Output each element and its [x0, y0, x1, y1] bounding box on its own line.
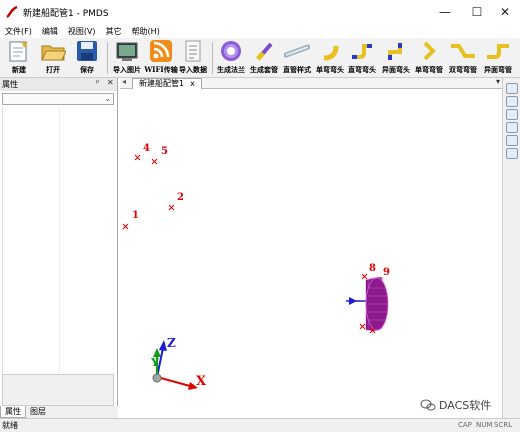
pipe-sleeve-model[interactable]: [346, 277, 389, 334]
right-dock-strip: [502, 78, 520, 418]
flange-icon: [218, 39, 244, 63]
app-logo-icon: [6, 5, 18, 18]
property-grid[interactable]: [2, 107, 114, 373]
menu-view[interactable]: 视图(V): [63, 26, 101, 37]
wechat-icon: [420, 399, 436, 411]
view-back-icon[interactable]: [506, 96, 518, 107]
skew-bend-pipe-icon: [485, 39, 511, 63]
import-image-icon: [114, 39, 140, 63]
x-axis-label: X: [196, 374, 207, 389]
import-image-button[interactable]: 导入图片: [111, 38, 143, 78]
import-data-button[interactable]: 导入数据: [177, 38, 209, 78]
save-disk-icon: [74, 39, 100, 63]
view-front-icon[interactable]: [506, 83, 518, 94]
save-button[interactable]: 保存: [72, 38, 102, 78]
maximize-button[interactable]: ☐: [462, 0, 492, 24]
menu-bar: 文件(F) 编辑 视图(V) 其它 帮助(H): [0, 24, 520, 38]
point-marker[interactable]: 1: [122, 210, 139, 230]
point-label: 9: [383, 267, 390, 278]
straight-pipe-style-button[interactable]: 直管样式: [281, 38, 313, 78]
single-bend-pipe-icon: [416, 39, 442, 63]
view-left-icon[interactable]: [506, 109, 518, 120]
skew-elbow-button[interactable]: 异面弯头: [380, 38, 412, 78]
view-iso-icon[interactable]: [506, 148, 518, 159]
view-top-icon[interactable]: [506, 135, 518, 146]
straight-elbow-button[interactable]: 直弯弯头: [346, 38, 378, 78]
straight-pipe-icon: [284, 39, 310, 63]
close-button[interactable]: ✕: [490, 0, 520, 24]
point-label: 4: [143, 143, 150, 154]
point-marker: 9: [383, 267, 390, 278]
axis-gizmo: X Z Y: [150, 336, 207, 390]
menu-help[interactable]: 帮助(H): [127, 26, 165, 37]
point-label: 5: [161, 146, 168, 157]
single-bend-pipe-button[interactable]: 单弯弯管: [413, 38, 445, 78]
scroll-indicator: SCRL: [494, 421, 513, 429]
watermark: DACS软件: [420, 397, 491, 413]
view-right-icon[interactable]: [506, 122, 518, 133]
skew-elbow-icon: [383, 39, 409, 63]
num-indicator: NUM: [476, 421, 493, 429]
menu-edit[interactable]: 编辑: [37, 26, 63, 37]
new-file-icon: [6, 39, 32, 63]
panel-close-icon[interactable]: ✕: [107, 78, 114, 87]
point-marker[interactable]: 4: [134, 143, 150, 161]
wifi-transfer-button[interactable]: WIFI传输: [144, 38, 178, 78]
panel-tabs: 属性 图层: [0, 406, 118, 418]
open-folder-icon: [40, 39, 66, 63]
window-title: 新建船配管1 - PMDS: [23, 8, 109, 19]
toolbar-separator: [212, 42, 213, 74]
generate-flange-button[interactable]: 生成法兰: [215, 38, 247, 78]
import-data-icon: [180, 39, 206, 63]
tab-document-label: 新建船配管1: [139, 79, 185, 88]
tab-layers[interactable]: 图层: [26, 406, 50, 418]
properties-panel-title: 属性: [2, 80, 18, 89]
toolbar: 新建 打开 保存 导入图片 WIFI传输 导入数据 生成法兰 生成套管 直管样式…: [0, 38, 520, 78]
new-button[interactable]: 新建: [4, 38, 34, 78]
3d-viewport[interactable]: 1 2 4 5 8 9 X Z Y: [120, 90, 502, 418]
status-text: 就绪: [2, 421, 18, 430]
minimize-button[interactable]: —: [430, 0, 460, 24]
straight-elbow-icon: [349, 39, 375, 63]
toolbar-separator: [107, 42, 108, 74]
z-axis-label: Z: [167, 336, 176, 350]
point-label: 8: [369, 263, 376, 274]
menu-file[interactable]: 文件(F): [0, 26, 37, 37]
watermark-text: DACS软件: [439, 399, 492, 412]
property-grid-divider: [59, 107, 60, 373]
property-description-area: [2, 374, 114, 406]
document-tab-bar: ◂ 新建船配管1 x ▾: [120, 77, 502, 89]
double-bend-pipe-icon: [450, 39, 476, 63]
object-selector-dropdown[interactable]: ⌄: [2, 93, 114, 105]
sleeve-icon: [251, 39, 277, 63]
tab-close-icon[interactable]: x: [190, 79, 195, 88]
point-marker[interactable]: 8: [361, 263, 376, 280]
tab-properties[interactable]: 属性: [0, 406, 26, 418]
point-marker[interactable]: 5: [151, 146, 168, 165]
single-elbow-button[interactable]: 单弯弯头: [314, 38, 346, 78]
tab-scroll-left-icon[interactable]: ◂: [122, 77, 126, 86]
double-bend-pipe-button[interactable]: 双弯弯管: [447, 38, 479, 78]
single-elbow-icon: [317, 39, 343, 63]
open-button[interactable]: 打开: [38, 38, 68, 78]
chevron-down-icon: ⌄: [104, 94, 111, 103]
viewport-scene: 1 2 4 5 8 9 X Z Y: [122, 143, 390, 390]
properties-panel-header: 属性 ᵖ ✕: [0, 78, 117, 91]
tab-list-dropdown-icon[interactable]: ▾: [496, 77, 500, 86]
point-marker[interactable]: 2: [168, 192, 184, 211]
point-label: 1: [132, 210, 139, 221]
status-bar: 就绪 CAP NUM SCRL: [0, 418, 520, 432]
title-bar: 新建船配管1 - PMDS — ☐ ✕: [0, 0, 520, 24]
caps-indicator: CAP: [458, 421, 472, 429]
properties-panel: 属性 ᵖ ✕ ⌄ 属性 图层: [0, 78, 118, 418]
skew-bend-pipe-button[interactable]: 异面弯管: [481, 38, 515, 78]
menu-other[interactable]: 其它: [101, 26, 127, 37]
tab-document[interactable]: 新建船配管1 x: [132, 78, 202, 89]
wifi-rss-icon: [148, 39, 174, 63]
generate-sleeve-button[interactable]: 生成套管: [248, 38, 280, 78]
pin-icon[interactable]: ᵖ: [96, 78, 99, 87]
point-label: 2: [177, 192, 184, 203]
y-axis-label: Y: [150, 356, 159, 369]
